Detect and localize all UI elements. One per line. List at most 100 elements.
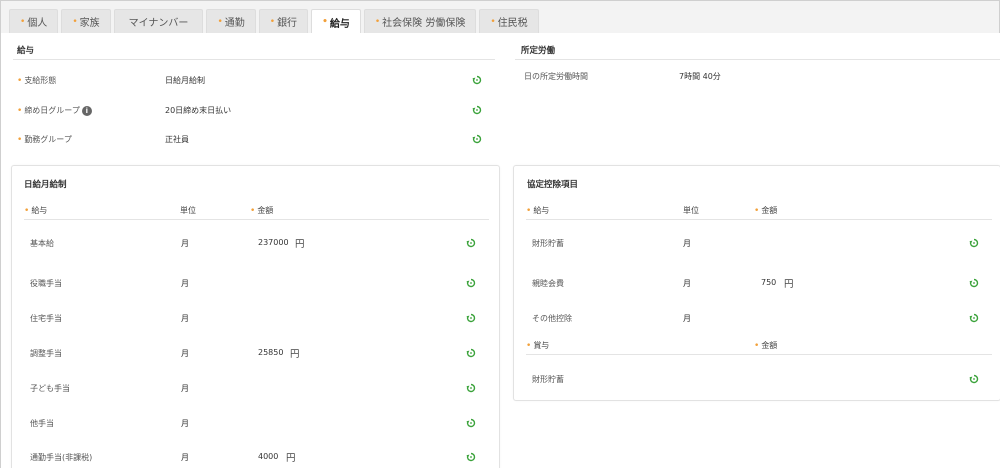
reset-icon[interactable] [969, 278, 979, 288]
info-icon[interactable]: i [81, 105, 92, 116]
required-dot: • [322, 17, 328, 27]
row-label: 基本給 [30, 239, 54, 248]
divider [526, 219, 992, 220]
required-dot: • [250, 206, 256, 216]
column-header-bonus: • 賞与 [526, 340, 549, 351]
row-unit: 月 [181, 314, 189, 323]
reset-icon[interactable] [466, 452, 476, 462]
divider [24, 219, 489, 220]
required-dot: • [374, 16, 381, 27]
column-header-unit: 単位 [683, 206, 699, 215]
required-dot: • [754, 341, 760, 351]
tab-content: 給与 • 支給形態 日給月給制 • 締め日グループ i 20日締め末日払い • 勤務グル… [1, 33, 1000, 468]
header-text: 金額 [761, 341, 778, 350]
row-unit: 月 [683, 279, 691, 288]
row-label: 調整手当 [30, 349, 62, 358]
reset-icon[interactable] [466, 238, 476, 248]
row-label: 財形貯蓄 [532, 375, 564, 384]
reset-icon[interactable] [466, 348, 476, 358]
required-dot: • [20, 16, 26, 27]
tab-bank[interactable]: • 銀行 [258, 9, 309, 33]
reset-icon[interactable] [472, 105, 482, 115]
reset-icon[interactable] [472, 134, 482, 144]
row-unit: 月 [181, 239, 189, 248]
header-text: 金額 [257, 206, 274, 215]
row-currency: 円 [295, 239, 305, 250]
required-dot: • [526, 206, 532, 216]
row-amount[interactable]: 237000 [258, 238, 289, 247]
tab-label: 個人 [27, 18, 48, 29]
reset-icon[interactable] [466, 313, 476, 323]
tab-label: マイナンバー [128, 18, 189, 29]
work-group-value: 正社員 [165, 135, 189, 144]
row-currency: 円 [286, 453, 296, 464]
tab-label: 給与 [329, 18, 350, 30]
tab-salary[interactable]: • 給与 [311, 9, 361, 34]
reset-icon[interactable] [969, 313, 979, 323]
required-dot: • [754, 206, 760, 216]
column-header-item: • 給与 [526, 205, 549, 216]
window-frame: • 個人 • 家族 マイナンバー • 通勤 • 銀行 • 給与 • 社会保険 労働保険 • 住… [0, 0, 1000, 468]
row-unit: 月 [683, 314, 691, 323]
reset-icon[interactable] [472, 75, 482, 85]
required-dot: • [217, 16, 223, 27]
label-text: 支給形態 [24, 76, 57, 85]
reset-icon[interactable] [466, 383, 476, 393]
reset-icon[interactable] [466, 278, 476, 288]
row-amount[interactable]: 4000 [258, 452, 278, 461]
header-text: 賞与 [533, 341, 550, 350]
row-unit: 月 [181, 384, 189, 393]
row-label: 役職手当 [30, 279, 62, 288]
required-dot: • [17, 106, 23, 116]
required-dot: • [490, 16, 496, 27]
closing-group-value: 20日締め末日払い [165, 106, 232, 115]
label-text: 締め日グループ [24, 106, 80, 115]
card-title: 日給月給制 [24, 180, 67, 190]
required-dot: • [24, 206, 30, 216]
row-label: 他手当 [30, 419, 54, 428]
closing-group-label: • 締め日グループ i [17, 105, 92, 116]
divider [515, 59, 1000, 60]
daily-hours-value: 7時間 40分 [679, 72, 721, 81]
required-dot: • [17, 135, 23, 145]
deductions-card: 協定控除項目 • 給与 単位 • 金額 財形貯蓄 月 親睦会費 月 750 円 その… [513, 165, 1000, 401]
column-header-item: • 給与 [24, 205, 47, 216]
tab-commute[interactable]: • 通勤 [206, 9, 256, 33]
required-dot: • [17, 76, 23, 86]
row-amount[interactable]: 25850 [258, 348, 283, 357]
row-unit: 月 [181, 279, 189, 288]
work-section-title: 所定労働 [521, 46, 556, 56]
tab-mynumber[interactable]: マイナンバー [113, 9, 204, 33]
column-header-amount: • 金額 [754, 340, 777, 351]
header-text: 給与 [533, 206, 550, 215]
row-amount[interactable]: 750 [761, 278, 776, 287]
reset-icon[interactable] [969, 238, 979, 248]
row-currency: 円 [290, 349, 300, 360]
required-dot: • [269, 16, 276, 27]
daily-hours-label: 日の所定労働時間 [524, 72, 588, 81]
row-label: 親睦会費 [532, 279, 564, 288]
tab-family[interactable]: • 家族 [61, 9, 111, 33]
column-header-unit: 単位 [180, 206, 196, 215]
reset-icon[interactable] [969, 374, 979, 384]
row-label: 財形貯蓄 [532, 239, 564, 248]
divider [13, 59, 495, 60]
tab-label: 住民税 [497, 18, 528, 29]
tab-label: 銀行 [277, 18, 298, 29]
work-group-label: • 勤務グループ [17, 134, 72, 145]
required-dot: • [526, 341, 532, 351]
card-title: 協定控除項目 [527, 180, 579, 190]
column-header-amount: • 金額 [754, 205, 777, 216]
row-label: 子ども手当 [30, 384, 70, 393]
row-label: その他控除 [532, 314, 572, 323]
row-unit: 月 [181, 349, 189, 358]
reset-icon[interactable] [466, 418, 476, 428]
header-text: 金額 [761, 206, 778, 215]
tab-social-insurance[interactable]: • 社会保険 労働保険 [363, 9, 477, 33]
pay-type-value: 日給月給制 [165, 76, 205, 85]
pay-type-label: • 支給形態 [17, 75, 56, 86]
tab-personal[interactable]: • 個人 [9, 9, 59, 33]
tab-resident-tax[interactable]: • 住民税 [479, 9, 539, 33]
tab-label: 家族 [79, 18, 100, 29]
tab-bar: • 個人 • 家族 マイナンバー • 通勤 • 銀行 • 給与 • 社会保険 労働保険 • 住… [9, 9, 539, 34]
